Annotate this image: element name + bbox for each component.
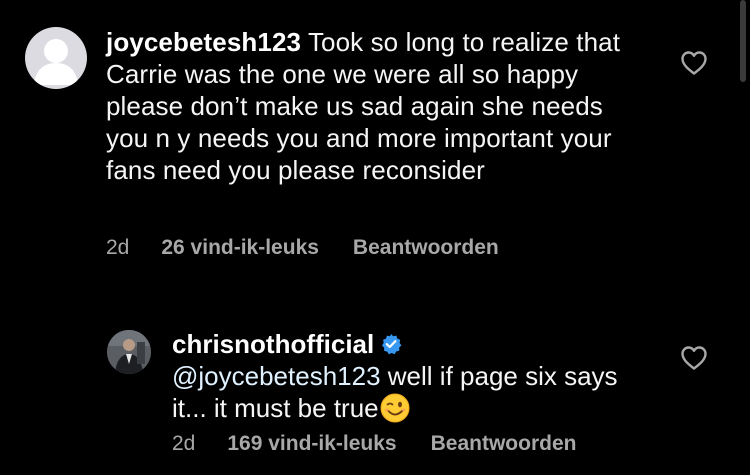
winking-face-emoji — [380, 393, 410, 423]
comment-body: joycebetesh123 Took so long to realize t… — [106, 26, 646, 186]
likes-count-link[interactable]: 169 vind-ik-leuks — [227, 432, 396, 456]
comment-username[interactable]: chrisnothofficial — [172, 329, 374, 359]
heart-icon[interactable] — [680, 345, 708, 371]
avatar[interactable] — [107, 330, 151, 374]
comment-username[interactable]: joycebetesh123 — [106, 27, 301, 57]
reply-button[interactable]: Beantwoorden — [431, 432, 577, 456]
verified-badge-icon — [380, 330, 402, 355]
comment-body: chrisnothofficial @joycebetesh123 well i… — [172, 328, 652, 424]
comment-item: joycebetesh123 Took so long to realize t… — [0, 0, 750, 280]
comment-timestamp: 2d — [106, 236, 130, 259]
reply-comment-item: chrisnothofficial @joycebetesh123 well i… — [0, 310, 750, 475]
comment-meta: 2d 26 vind-ik-leuks Beantwoorden — [106, 236, 499, 260]
reply-button[interactable]: Beantwoorden — [353, 236, 499, 260]
mention-link[interactable]: @joycebetesh123 — [172, 361, 381, 391]
likes-count-link[interactable]: 26 vind-ik-leuks — [161, 236, 319, 260]
heart-icon[interactable] — [680, 50, 708, 76]
comment-meta: 2d 169 vind-ik-leuks Beantwoorden — [172, 432, 576, 456]
comment-timestamp: 2d — [172, 432, 196, 455]
default-avatar-icon[interactable] — [25, 27, 87, 89]
